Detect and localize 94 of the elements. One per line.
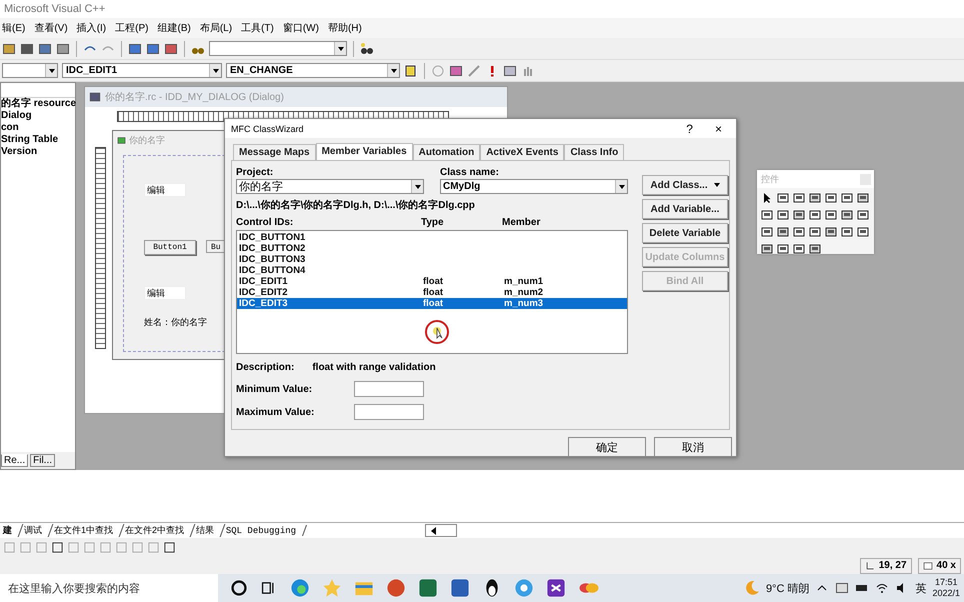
left-arrow-icon[interactable] <box>430 526 438 534</box>
description-text: float with range validation <box>312 362 436 373</box>
dialog-button[interactable]: Add Variable... <box>642 199 728 219</box>
list-row[interactable]: IDC_BUTTON1 <box>237 232 627 243</box>
dropdown-arrow-icon <box>714 183 720 187</box>
circle-icon[interactable] <box>230 579 248 597</box>
tab[interactable]: Message Maps <box>233 144 316 160</box>
list-row[interactable]: IDC_EDIT3 float m_num3 <box>237 298 627 309</box>
star-icon[interactable] <box>322 578 342 598</box>
cursor-position: 19, 27 <box>860 558 912 574</box>
tab[interactable]: Member Variables <box>316 143 413 160</box>
menu-item[interactable]: 布局(L) <box>200 21 232 35</box>
position-icon <box>864 560 875 570</box>
browser-icon[interactable] <box>290 578 310 598</box>
column-header: Control IDs: <box>236 217 294 228</box>
input-method-indicator[interactable]: 英 <box>915 580 926 596</box>
output-tab[interactable]: 在文件2中查找 <box>120 524 196 537</box>
tree-item[interactable]: Version <box>1 146 75 158</box>
static-label[interactable]: 姓名：你的名字 <box>144 316 207 329</box>
tab[interactable]: ActiveX Events <box>480 144 564 160</box>
menu-item[interactable]: 插入(I) <box>76 21 106 35</box>
output-tab[interactable]: 结果 <box>190 524 226 537</box>
scroll-left-button[interactable] <box>425 524 458 537</box>
dialog-button[interactable]: Delete Variable <box>642 223 728 243</box>
menu-item[interactable]: 组建(B) <box>157 21 191 35</box>
dialog-button[interactable]: Add Class... <box>642 175 728 195</box>
ok-button[interactable]: 确定 <box>568 437 646 457</box>
edit-control[interactable]: 编辑 <box>144 286 186 300</box>
push-button[interactable]: Button1 <box>144 240 196 255</box>
menu-item[interactable]: 窗口(W) <box>282 21 319 35</box>
tree-item[interactable]: String Table <box>1 134 75 146</box>
message-combo-box[interactable]: EN_CHANGE <box>226 63 400 78</box>
class-name-combo-box[interactable]: CMyDlg <box>440 179 628 194</box>
moon-icon <box>744 580 760 596</box>
list-row[interactable]: IDC_EDIT1 float m_num1 <box>237 276 627 287</box>
dialog-icon <box>117 136 126 144</box>
tree-item[interactable]: 的名字 resource <box>1 98 75 110</box>
help-button[interactable]: ? <box>686 122 693 136</box>
tab[interactable]: Class Info <box>564 144 624 160</box>
clock-date[interactable]: 2022/1 <box>932 588 960 599</box>
dropdown-arrow-icon[interactable] <box>212 68 218 72</box>
field-label: Class name: <box>440 167 500 178</box>
field-label: Maximum Value: <box>236 406 316 418</box>
dropdown-arrow-icon[interactable] <box>48 68 54 72</box>
list-row[interactable]: IDC_EDIT2 float m_num2 <box>237 287 627 298</box>
workspace-tab[interactable]: Re... <box>1 454 28 467</box>
edit-control[interactable]: 编辑 <box>144 183 186 197</box>
field-label: Description: <box>236 362 294 373</box>
field-label: Project: <box>236 167 274 178</box>
column-header: Type <box>421 217 445 228</box>
tab[interactable]: Automation <box>412 144 480 160</box>
menu-item[interactable]: 工程(P) <box>115 21 148 35</box>
window-title: Microsoft Visual C++ <box>0 0 964 18</box>
clock-time[interactable]: 17:51 <box>934 577 958 588</box>
file-path: D:\...\你的名字\你的名字Dlg.h, D:\...\你的名字Dlg.cpp <box>236 198 476 212</box>
output-tab[interactable]: SQL Debugging <box>221 525 308 536</box>
binoculars-icon[interactable] <box>360 42 374 56</box>
column-header: Member <box>502 217 542 228</box>
dropdown-arrow-icon[interactable] <box>618 184 624 188</box>
menu-item[interactable]: 辑(E) <box>2 21 26 35</box>
menu-item[interactable]: 查看(V) <box>34 21 68 35</box>
output-tab[interactable]: 在文件1中查找 <box>48 524 124 537</box>
dropdown-arrow-icon[interactable] <box>414 184 420 188</box>
tree-item[interactable]: con <box>1 122 75 134</box>
field-label: Minimum Value: <box>236 384 314 394</box>
dropdown-arrow-icon[interactable] <box>390 68 396 72</box>
cancel-button[interactable]: 取消 <box>654 437 732 457</box>
dialog-title: MFC ClassWizard <box>231 124 304 134</box>
close-button[interactable]: × <box>714 122 722 136</box>
visual-studio-icon[interactable] <box>546 578 566 598</box>
workspace-tab[interactable]: Fil... <box>30 454 56 467</box>
input-field[interactable] <box>354 381 424 397</box>
control-combo-box[interactable]: IDC_EDIT1 <box>62 63 222 78</box>
tree-item[interactable]: Dialog <box>1 110 75 122</box>
menu-item[interactable]: 工具(T) <box>241 21 274 35</box>
list-row[interactable]: IDC_BUTTON3 <box>237 254 627 265</box>
click-indicator-icon <box>424 319 450 345</box>
dialog-title: 你的名字 <box>129 134 165 146</box>
project-combo-box[interactable]: 你的名字 <box>236 179 424 194</box>
menu-item[interactable]: 帮助(H) <box>328 21 362 35</box>
list-row[interactable]: IDC_BUTTON4 <box>237 265 627 276</box>
dialog-window-icon <box>89 91 101 103</box>
list-row[interactable]: IDC_BUTTON2 <box>237 243 627 254</box>
input-field[interactable] <box>354 404 424 420</box>
output-tab[interactable]: 建 <box>0 524 24 537</box>
wifi-icon[interactable] <box>875 581 890 595</box>
weather-text[interactable]: 9°C 晴朗 <box>766 580 810 596</box>
search-field[interactable]: 在这里输入你要搜索的内容 <box>0 574 218 602</box>
dropdown-arrow-icon[interactable] <box>338 46 344 50</box>
push-button[interactable]: Bu <box>206 240 225 253</box>
control-size: 40 x <box>918 558 961 574</box>
output-tab[interactable]: 调试 <box>18 524 54 537</box>
editor-window-title: 你的名字.rc - IDD_MY_DIALOG (Dialog) <box>105 90 284 104</box>
palette-title: 控件 <box>761 172 779 186</box>
